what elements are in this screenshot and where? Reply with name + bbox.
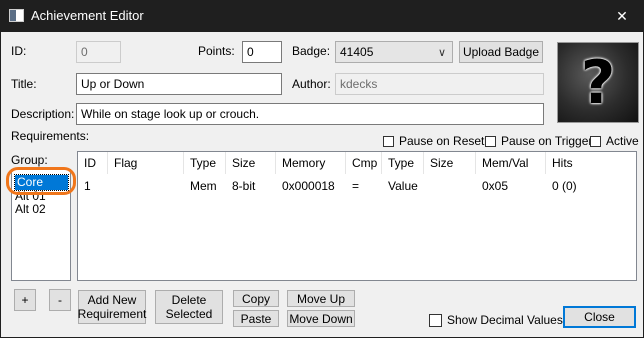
title-label: Title: bbox=[11, 77, 37, 91]
badge-image: ? bbox=[557, 42, 639, 123]
highlight-ring bbox=[6, 167, 76, 195]
app-window-icon bbox=[9, 9, 24, 22]
active-checkbox[interactable]: Active bbox=[590, 134, 639, 148]
upload-badge-button[interactable]: Upload Badge bbox=[459, 41, 543, 63]
cell-cmp: = bbox=[352, 179, 360, 193]
badge-dropdown[interactable]: 41405 ∨ bbox=[335, 41, 453, 63]
column-header-cmp[interactable]: Cmp bbox=[346, 152, 382, 174]
window-close-icon[interactable]: ✕ bbox=[600, 0, 644, 32]
column-header-type-2[interactable]: Type bbox=[382, 152, 424, 174]
requirements-label: Requirements: bbox=[11, 129, 90, 143]
pause-on-reset-label: Pause on Reset bbox=[399, 134, 485, 148]
move-down-button[interactable]: Move Down bbox=[287, 310, 355, 327]
cell-id: 1 bbox=[84, 179, 91, 193]
checkbox-box[interactable] bbox=[590, 135, 601, 147]
pause-on-trigger-checkbox[interactable]: Pause on Trigger bbox=[485, 134, 592, 148]
column-header-size[interactable]: Size bbox=[226, 152, 276, 174]
points-label: Points: bbox=[198, 44, 235, 58]
cell-size: 8-bit bbox=[232, 179, 256, 193]
column-header-flag[interactable]: Flag bbox=[108, 152, 184, 174]
copy-button[interactable]: Copy bbox=[233, 290, 279, 307]
author-label: Author: bbox=[292, 77, 331, 91]
title-field[interactable]: Up or Down bbox=[76, 73, 282, 95]
dialog-body: ID: 0 Points: 0 Badge: 41405 ∨ Upload Ba… bbox=[1, 32, 643, 337]
cell-mem-val: 0x05 bbox=[482, 179, 509, 193]
delete-selected-button[interactable]: Delete Selected bbox=[155, 290, 223, 324]
add-group-button[interactable]: + bbox=[14, 289, 36, 311]
points-field[interactable]: 0 bbox=[242, 41, 282, 63]
window-title: Achievement Editor bbox=[31, 8, 144, 23]
column-header-hits[interactable]: Hits bbox=[546, 152, 636, 174]
pause-on-trigger-label: Pause on Trigger bbox=[501, 134, 593, 148]
column-header-id[interactable]: ID bbox=[78, 152, 108, 174]
badge-label: Badge: bbox=[292, 44, 331, 58]
remove-group-button[interactable]: - bbox=[49, 289, 71, 311]
cell-type: Mem bbox=[190, 179, 217, 193]
cell-hits: 0 (0) bbox=[552, 179, 577, 193]
column-header-type[interactable]: Type bbox=[184, 152, 226, 174]
checkbox-box[interactable] bbox=[485, 135, 496, 147]
group-item-alt-02[interactable]: Alt 02 bbox=[15, 202, 46, 216]
pause-on-reset-checkbox[interactable]: Pause on Reset bbox=[383, 134, 484, 148]
description-label: Description: bbox=[11, 107, 75, 121]
show-decimal-values-label: Show Decimal Values bbox=[447, 313, 563, 327]
cell-type-2: Value bbox=[388, 179, 418, 193]
description-field[interactable]: While on stage look up or crouch. bbox=[76, 103, 544, 125]
column-header-size-2[interactable]: Size bbox=[424, 152, 476, 174]
author-field: kdecks bbox=[335, 73, 544, 95]
paste-button[interactable]: Paste bbox=[233, 310, 279, 327]
show-decimal-values-checkbox[interactable]: Show Decimal Values bbox=[429, 313, 563, 327]
move-up-button[interactable]: Move Up bbox=[287, 290, 355, 307]
id-field: 0 bbox=[76, 41, 121, 63]
question-mark-icon: ? bbox=[580, 47, 616, 118]
column-header-mem-val[interactable]: Mem/Val bbox=[476, 152, 546, 174]
checkbox-box[interactable] bbox=[383, 135, 394, 147]
close-button[interactable]: Close bbox=[563, 306, 636, 328]
add-new-requirement-button[interactable]: Add New Requirement bbox=[78, 290, 146, 324]
badge-value: 41405 bbox=[340, 45, 374, 59]
active-label: Active bbox=[606, 134, 639, 148]
id-label: ID: bbox=[11, 44, 27, 58]
title-bar[interactable]: Achievement Editor ✕ bbox=[0, 0, 644, 32]
chevron-down-icon: ∨ bbox=[437, 47, 446, 59]
cell-memory: 0x000018 bbox=[282, 179, 335, 193]
checkbox-box[interactable] bbox=[429, 313, 442, 327]
column-header-memory[interactable]: Memory bbox=[276, 152, 346, 174]
requirements-table[interactable]: ID Flag Type Size Memory Cmp Type Size M… bbox=[77, 151, 637, 281]
group-label: Group: bbox=[11, 153, 48, 167]
